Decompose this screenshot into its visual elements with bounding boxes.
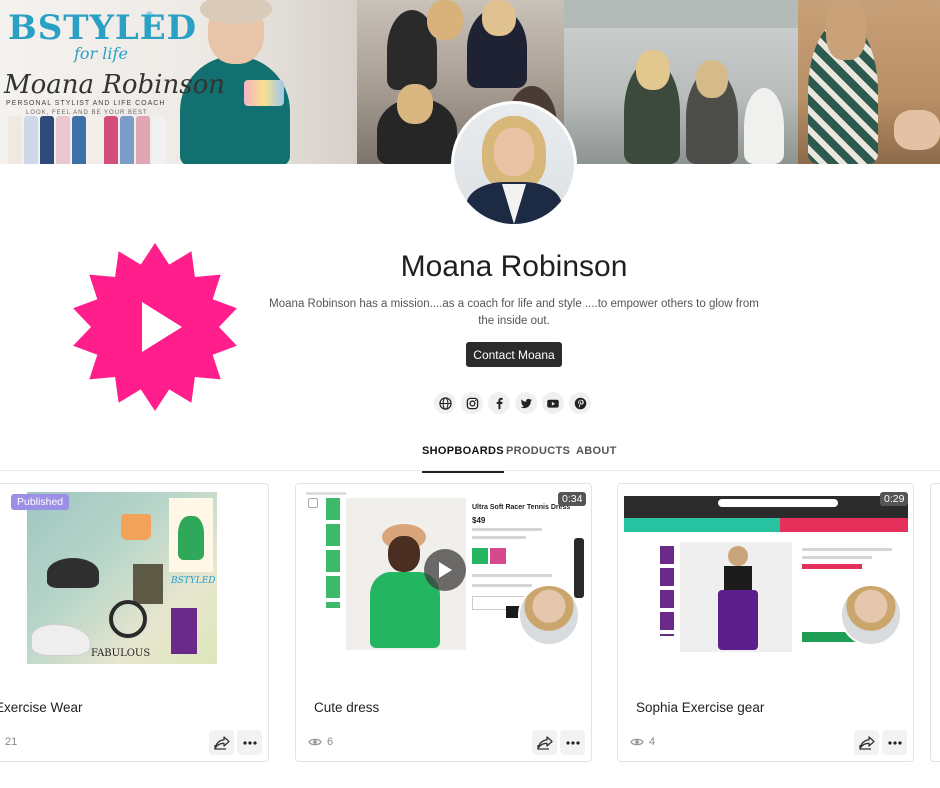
more-icon <box>565 740 580 745</box>
view-count: 4 <box>630 736 655 748</box>
more-icon <box>887 740 902 745</box>
tab-about[interactable]: ABOUT <box>576 445 617 471</box>
creator-video-bubble <box>518 584 580 646</box>
banner-tagline-sub: LOOK, FEEL AND BE YOUR BEST <box>26 110 148 116</box>
profile-avatar <box>451 101 577 227</box>
status-badge: Published <box>11 494 70 510</box>
more-options-button[interactable] <box>882 730 907 755</box>
card-title[interactable]: Exercise Wear <box>0 700 83 715</box>
brand-logo-sub: for life <box>74 44 128 63</box>
video-duration: 0:34 <box>558 492 587 506</box>
profile-name: Moana Robinson <box>400 250 628 283</box>
instagram-icon[interactable] <box>461 392 483 414</box>
eye-icon <box>630 738 644 746</box>
twitter-icon[interactable] <box>515 392 537 414</box>
video-duration: 0:29 <box>880 492 909 506</box>
share-button[interactable] <box>532 730 557 755</box>
tab-products[interactable]: PRODUCTS <box>506 445 570 471</box>
shopboard-thumbnail[interactable]: BSTYLED FABULOUS <box>0 484 268 664</box>
share-icon <box>858 735 875 750</box>
social-links <box>434 392 591 414</box>
brand-play-badge-icon <box>70 242 240 412</box>
card-title[interactable]: Sophia Exercise gear <box>636 700 764 715</box>
shopboard-card[interactable]: BSTYLED FABULOUS Published Exercise Wear… <box>0 483 269 762</box>
more-options-button[interactable] <box>560 730 585 755</box>
share-button[interactable] <box>854 730 879 755</box>
youtube-icon[interactable] <box>542 392 564 414</box>
more-icon <box>242 740 257 745</box>
more-options-button[interactable] <box>237 730 262 755</box>
creator-video-bubble <box>840 584 902 646</box>
view-count: 21 <box>5 736 17 748</box>
profile-bio: Moana Robinson has a mission....as a coa… <box>269 298 759 327</box>
card-title[interactable]: Cute dress <box>314 700 379 715</box>
view-count-value: 4 <box>649 736 656 748</box>
pinterest-icon[interactable] <box>569 392 591 414</box>
banner-panel-dress <box>798 0 940 164</box>
view-count: 6 <box>308 736 333 748</box>
play-video-button[interactable] <box>424 549 466 591</box>
banner-panel-stylist: BSTYLED ® for life Moana Robinson PERSON… <box>0 0 357 164</box>
facebook-icon[interactable] <box>488 392 510 414</box>
share-icon <box>536 735 553 750</box>
shopboard-card-partial <box>930 483 940 762</box>
banner-tagline: PERSONAL STYLIST AND LIFE COACH <box>6 100 166 107</box>
shopboard-card[interactable]: 0:29 Sophia Exercise gear 4 <box>617 483 914 762</box>
view-count-value: 21 <box>5 736 18 748</box>
shopboard-card[interactable]: Ultra Soft Racer Tennis Dress $49 0:34 C… <box>295 483 592 762</box>
play-icon <box>439 562 452 578</box>
view-count-value: 6 <box>327 736 334 748</box>
banner-panel-store <box>564 0 798 164</box>
contact-button[interactable]: Contact Moana <box>466 342 562 367</box>
brand-logo: BSTYLED <box>8 8 198 48</box>
banner-script-name: Moana Robinson <box>4 70 225 100</box>
globe-icon[interactable] <box>434 392 456 414</box>
share-button[interactable] <box>209 730 234 755</box>
tab-shopboards[interactable]: SHOPBOARDS <box>422 445 504 473</box>
eye-icon <box>308 738 322 746</box>
share-icon <box>213 735 230 750</box>
profile-tabs: SHOPBOARDS PRODUCTS ABOUT <box>0 437 940 473</box>
